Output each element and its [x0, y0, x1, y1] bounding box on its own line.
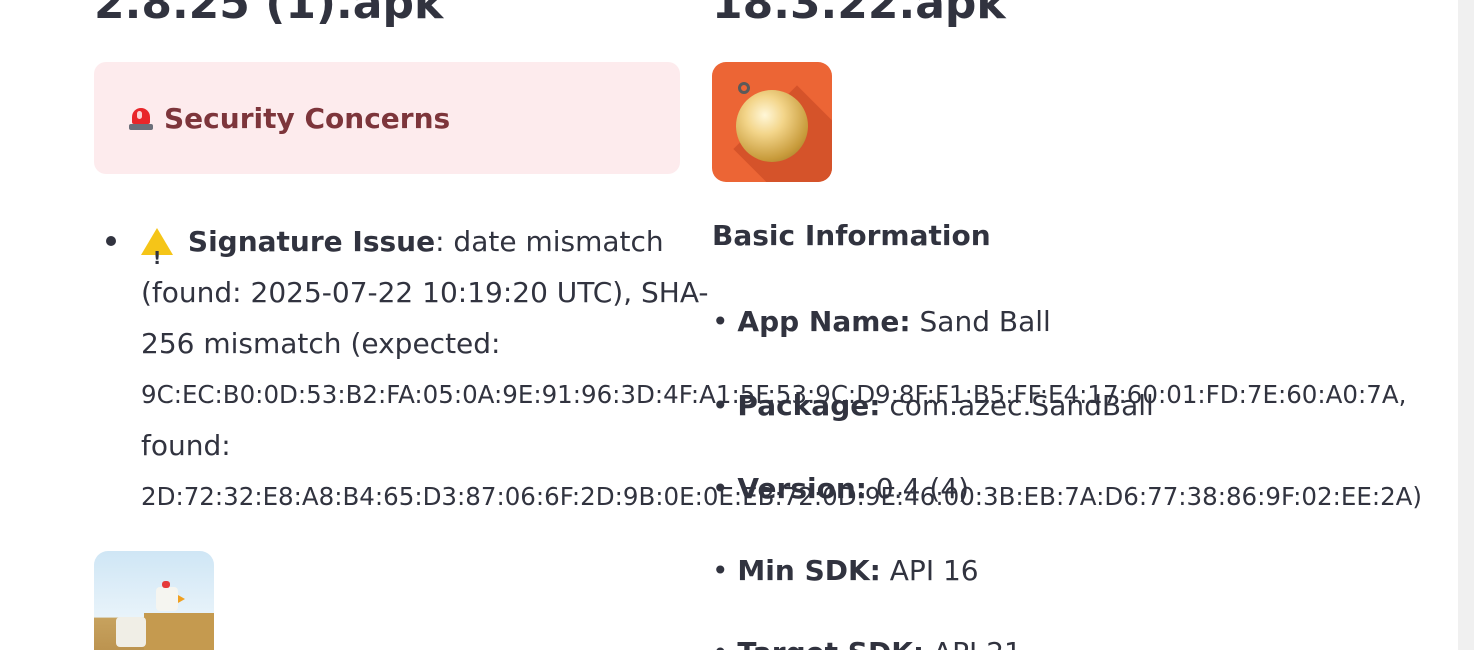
bullet [106, 236, 116, 246]
issue-line-5: found: [141, 429, 231, 462]
right-apk-title: 18.3.22.apk [712, 0, 1006, 29]
info-key: App Name: [737, 305, 911, 338]
info-key: Min SDK: [737, 554, 881, 587]
info-row-package: • Package: com.azec.SandBall [712, 389, 1154, 422]
issue-line-1-text: : date mismatch [435, 225, 664, 258]
info-value: API 16 [880, 554, 979, 587]
siren-icon [128, 105, 154, 131]
left-apk-title: 2.8.25 (1).apk [94, 0, 444, 29]
vertical-scrollbar[interactable] [1458, 0, 1474, 650]
issue-line-1: Signature Issue: date mismatch [141, 216, 664, 284]
info-row-target-sdk: • Target SDK: API 21 [712, 636, 1022, 650]
page: 2.8.25 (1).apk 18.3.22.apk Security Conc… [0, 0, 1474, 650]
info-value: 0.4 (4) [867, 472, 969, 505]
info-value: API 21 [924, 636, 1022, 650]
chicken-app-icon [94, 551, 214, 650]
info-key: Target SDK: [737, 636, 924, 650]
warning-icon [141, 228, 173, 284]
issue-label: Signature Issue [187, 225, 436, 258]
basic-information-heading: Basic Information [712, 219, 991, 252]
issue-line-3: 256 mismatch (expected: [141, 327, 501, 360]
security-concerns-title: Security Concerns [164, 101, 451, 135]
security-concerns-alert: Security Concerns [94, 62, 680, 174]
info-key: Version: [737, 472, 867, 505]
info-row-min-sdk: • Min SDK: API 16 [712, 554, 979, 587]
issue-line-2: (found: 2025-07-22 10:19:20 UTC), SHA- [141, 276, 709, 309]
sand-ball-app-icon [712, 62, 832, 182]
info-key: Package: [737, 389, 881, 422]
info-value: com.azec.SandBall [880, 389, 1154, 422]
info-value: Sand Ball [910, 305, 1051, 338]
info-row-version: • Version: 0.4 (4) [712, 472, 969, 505]
info-row-app-name: • App Name: Sand Ball [712, 305, 1051, 338]
